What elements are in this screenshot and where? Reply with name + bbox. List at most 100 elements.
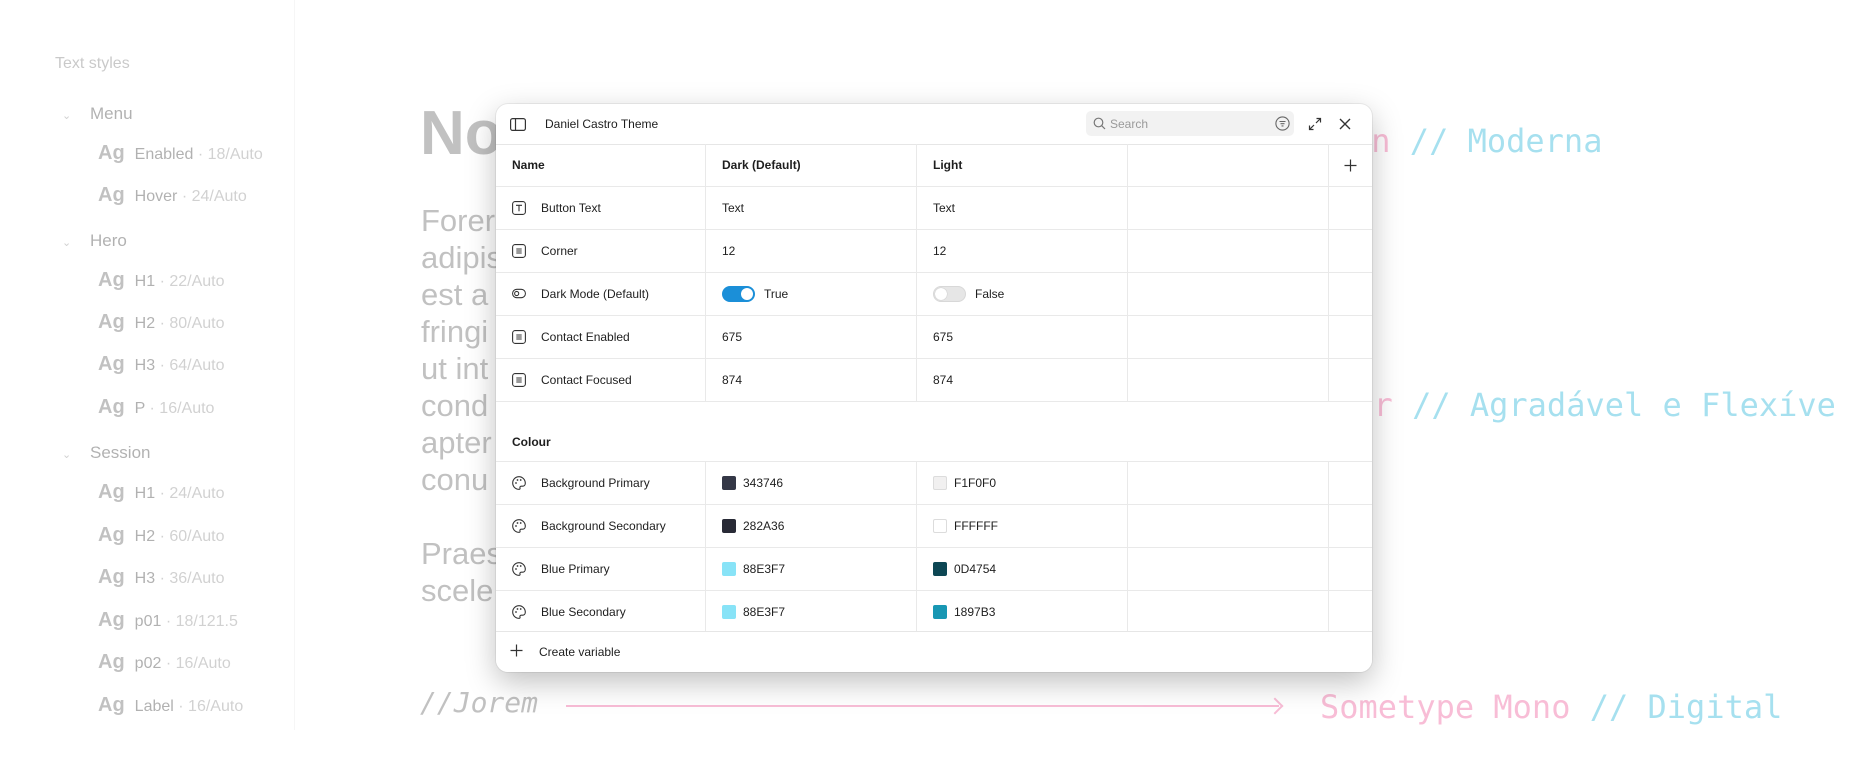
close-icon[interactable]: [1338, 117, 1352, 131]
toggle-switch[interactable]: [933, 285, 966, 302]
add-mode-button[interactable]: [1328, 144, 1372, 186]
value-cell-light[interactable]: F1F0F0: [917, 461, 1128, 504]
number-icon: [512, 372, 526, 387]
chevron-down-icon: ⌄: [62, 449, 72, 461]
color-swatch[interactable]: [933, 475, 947, 490]
table-row[interactable]: Background Primary 343746 F1F0F0: [496, 461, 1372, 505]
empty-cell: [1128, 229, 1329, 272]
text-style-item[interactable]: Ag Enabled · 18/Auto: [98, 142, 263, 165]
value-cell-dark[interactable]: 675: [706, 315, 917, 358]
canvas-label: //Jorem: [420, 686, 539, 719]
value-cell-dark[interactable]: 88E3F7: [706, 547, 917, 590]
canvas-paragraph: Forer adipis est a fringi ut int cond ap…: [421, 203, 502, 497]
text-style-item[interactable]: Ag p02 · 16/Auto: [98, 651, 231, 674]
text-style-item[interactable]: Ag H1 · 24/Auto: [98, 481, 225, 504]
table-header: Name Dark (Default) Light: [496, 144, 1372, 187]
search-input[interactable]: [1110, 115, 1250, 132]
table-row[interactable]: Button Text Text Text: [496, 186, 1372, 230]
variable-name-cell[interactable]: Background Secondary: [496, 504, 706, 547]
value-cell-light[interactable]: 12: [917, 229, 1128, 272]
variable-name-cell[interactable]: Blue Secondary: [496, 590, 706, 633]
value-cell-light[interactable]: 675: [917, 315, 1128, 358]
sidebar-toggle-icon[interactable]: [510, 117, 526, 131]
variable-name-cell[interactable]: Blue Primary: [496, 547, 706, 590]
variable-name-cell[interactable]: Button Text: [496, 186, 706, 229]
value-cell-dark[interactable]: Text: [706, 186, 917, 229]
value-cell-dark[interactable]: 343746: [706, 461, 917, 504]
search-icon: [1093, 117, 1106, 130]
color-swatch[interactable]: [722, 518, 736, 533]
variable-name-cell[interactable]: Contact Focused: [496, 358, 706, 401]
value-cell-dark[interactable]: 874: [706, 358, 917, 401]
value-cell-dark[interactable]: 12: [706, 229, 917, 272]
text-style-item[interactable]: Ag P · 16/Auto: [98, 396, 214, 419]
text-style-item[interactable]: Ag Label · 16/Auto: [98, 694, 243, 717]
variable-name-cell[interactable]: Corner: [496, 229, 706, 272]
table-row[interactable]: Background Secondary 282A36 FFFFFF: [496, 504, 1372, 548]
toggle-switch[interactable]: [722, 285, 755, 302]
arrow-connector: [566, 705, 1279, 707]
collection-title: Daniel Castro Theme: [545, 117, 659, 131]
empty-cell: [1128, 272, 1329, 315]
color-swatch[interactable]: [722, 604, 736, 619]
plus-icon: [1344, 159, 1356, 171]
group-header-colour[interactable]: Colour: [496, 401, 1372, 462]
create-variable-button[interactable]: Create variable: [496, 631, 1372, 672]
column-header-name: Name: [496, 144, 706, 186]
text-style-item[interactable]: Ag H2 · 80/Auto: [98, 311, 225, 334]
text-style-item[interactable]: Ag H1 · 22/Auto: [98, 269, 225, 292]
value-cell-light[interactable]: 0D4754: [917, 547, 1128, 590]
text-style-item[interactable]: Ag Hover · 24/Auto: [98, 184, 247, 207]
font-note: ter // Agradável e Flexíve: [1335, 386, 1836, 424]
empty-cell: [1128, 315, 1329, 358]
number-icon: [512, 329, 526, 344]
palette-icon: [512, 518, 526, 533]
style-group-session[interactable]: ⌄ Session: [62, 443, 150, 463]
style-group-hero[interactable]: ⌄ Hero: [62, 231, 127, 251]
toggle-knob: [741, 287, 753, 300]
value-cell-dark[interactable]: 88E3F7: [706, 590, 917, 633]
plus-icon: [510, 644, 523, 662]
variable-name-cell[interactable]: Background Primary: [496, 461, 706, 504]
value-cell-light[interactable]: 874: [917, 358, 1128, 401]
value-cell-light[interactable]: False: [917, 272, 1128, 315]
panel-title: Text styles: [55, 55, 130, 72]
text-icon: [512, 200, 526, 215]
chevron-down-icon: ⌄: [62, 110, 72, 122]
modal-header: Daniel Castro Theme: [496, 104, 1372, 145]
table-row[interactable]: Blue Primary 88E3F7 0D4754: [496, 547, 1372, 591]
color-swatch[interactable]: [933, 518, 947, 533]
column-header-light[interactable]: Light: [917, 144, 1128, 186]
expand-icon[interactable]: [1308, 117, 1322, 131]
variable-name-cell[interactable]: Contact Enabled: [496, 315, 706, 358]
table-row[interactable]: Contact Enabled 675 675: [496, 315, 1372, 359]
text-style-item[interactable]: Ag H3 · 36/Auto: [98, 566, 225, 589]
font-note: Sometype Mono // Digital: [1320, 688, 1783, 726]
table-row[interactable]: Blue Secondary 88E3F7 1897B3: [496, 590, 1372, 634]
search-box[interactable]: [1086, 111, 1294, 136]
column-header-dark[interactable]: Dark (Default): [706, 144, 917, 186]
color-swatch[interactable]: [722, 561, 736, 576]
value-cell-light[interactable]: FFFFFF: [917, 504, 1128, 547]
text-style-item[interactable]: Ag H2 · 60/Auto: [98, 524, 225, 547]
table-row[interactable]: Dark Mode (Default) True False: [496, 272, 1372, 316]
variables-table: Name Dark (Default) Light Button Text Te…: [496, 144, 1372, 634]
font-note: in // Moderna: [1352, 122, 1603, 160]
empty-cell: [1128, 547, 1329, 590]
value-cell-light[interactable]: Text: [917, 186, 1128, 229]
text-style-item[interactable]: Ag H3 · 64/Auto: [98, 353, 225, 376]
text-style-item[interactable]: Ag p01 · 18/121.5: [98, 609, 238, 632]
color-swatch[interactable]: [722, 475, 736, 490]
value-cell-dark[interactable]: 282A36: [706, 504, 917, 547]
filter-icon[interactable]: [1275, 116, 1290, 131]
color-swatch[interactable]: [933, 604, 947, 619]
variable-name-cell[interactable]: Dark Mode (Default): [496, 272, 706, 315]
value-cell-light[interactable]: 1897B3: [917, 590, 1128, 633]
table-row[interactable]: Corner 12 12: [496, 229, 1372, 273]
palette-icon: [512, 561, 526, 576]
style-group-menu[interactable]: ⌄ Menu: [62, 104, 133, 124]
value-cell-dark[interactable]: True: [706, 272, 917, 315]
table-row[interactable]: Contact Focused 874 874: [496, 358, 1372, 402]
create-variable-label: Create variable: [539, 645, 621, 659]
color-swatch[interactable]: [933, 561, 947, 576]
